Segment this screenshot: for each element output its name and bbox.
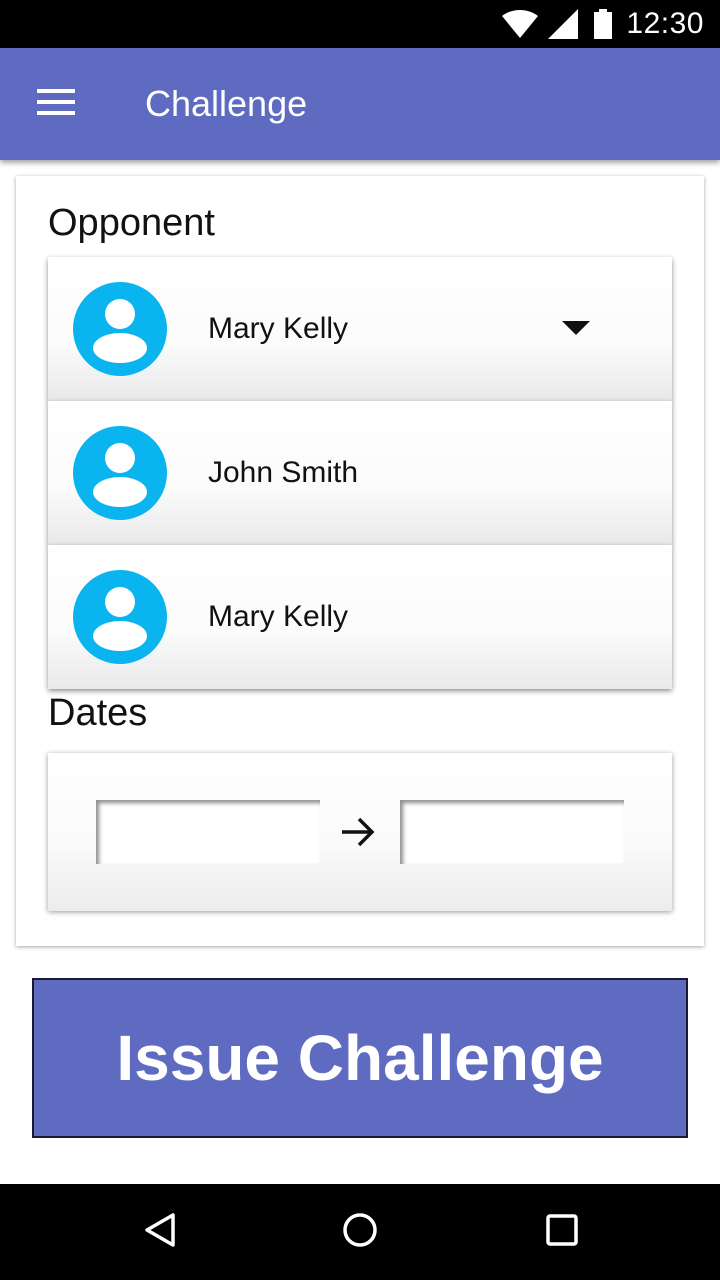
screen: 12:30 Challenge Opponent Mary Kelly John…: [0, 0, 720, 1280]
opponent-option-name: John Smith: [208, 456, 359, 489]
dates-label: Dates: [48, 692, 148, 734]
opponent-label: Opponent: [48, 202, 215, 244]
opponent-option[interactable]: Mary Kelly: [48, 545, 672, 689]
menu-button[interactable]: [22, 82, 90, 126]
home-button[interactable]: [336, 1208, 384, 1256]
opponent-option[interactable]: John Smith: [48, 401, 672, 545]
recents-square-icon: [545, 1213, 579, 1252]
home-circle-icon: [342, 1212, 378, 1253]
selected-opponent-name: Mary Kelly: [208, 312, 349, 345]
avatar-icon: [73, 282, 167, 376]
start-date-input[interactable]: [96, 800, 320, 864]
arrow-right-icon: [340, 815, 376, 849]
status-time: 12:30: [626, 7, 704, 40]
end-date-input[interactable]: [400, 800, 624, 864]
avatar-icon: [73, 426, 167, 520]
status-bar: 12:30: [0, 0, 720, 48]
avatar-icon: [73, 570, 167, 664]
opponent-dropdown[interactable]: Mary Kelly John Smith Mary Kelly: [48, 257, 672, 689]
challenge-form-card: Opponent Mary Kelly John Smith Mary Kell…: [16, 176, 704, 946]
chevron-down-icon: [562, 321, 590, 335]
app-bar: Challenge: [0, 48, 720, 160]
issue-challenge-button[interactable]: Issue Challenge: [32, 978, 688, 1138]
hamburger-menu-icon: [37, 88, 75, 120]
opponent-option-name: Mary Kelly: [208, 600, 349, 633]
opponent-selected[interactable]: Mary Kelly: [48, 257, 672, 401]
signal-icon: [548, 9, 579, 39]
back-triangle-icon: [143, 1212, 177, 1253]
page-title: Challenge: [145, 83, 308, 124]
recents-button[interactable]: [538, 1208, 586, 1256]
wifi-icon: [500, 10, 540, 38]
date-range-box: [48, 753, 672, 911]
back-button[interactable]: [136, 1208, 184, 1256]
navigation-bar: [0, 1184, 720, 1280]
status-icons: 12:30: [500, 0, 704, 48]
battery-icon: [594, 9, 613, 39]
